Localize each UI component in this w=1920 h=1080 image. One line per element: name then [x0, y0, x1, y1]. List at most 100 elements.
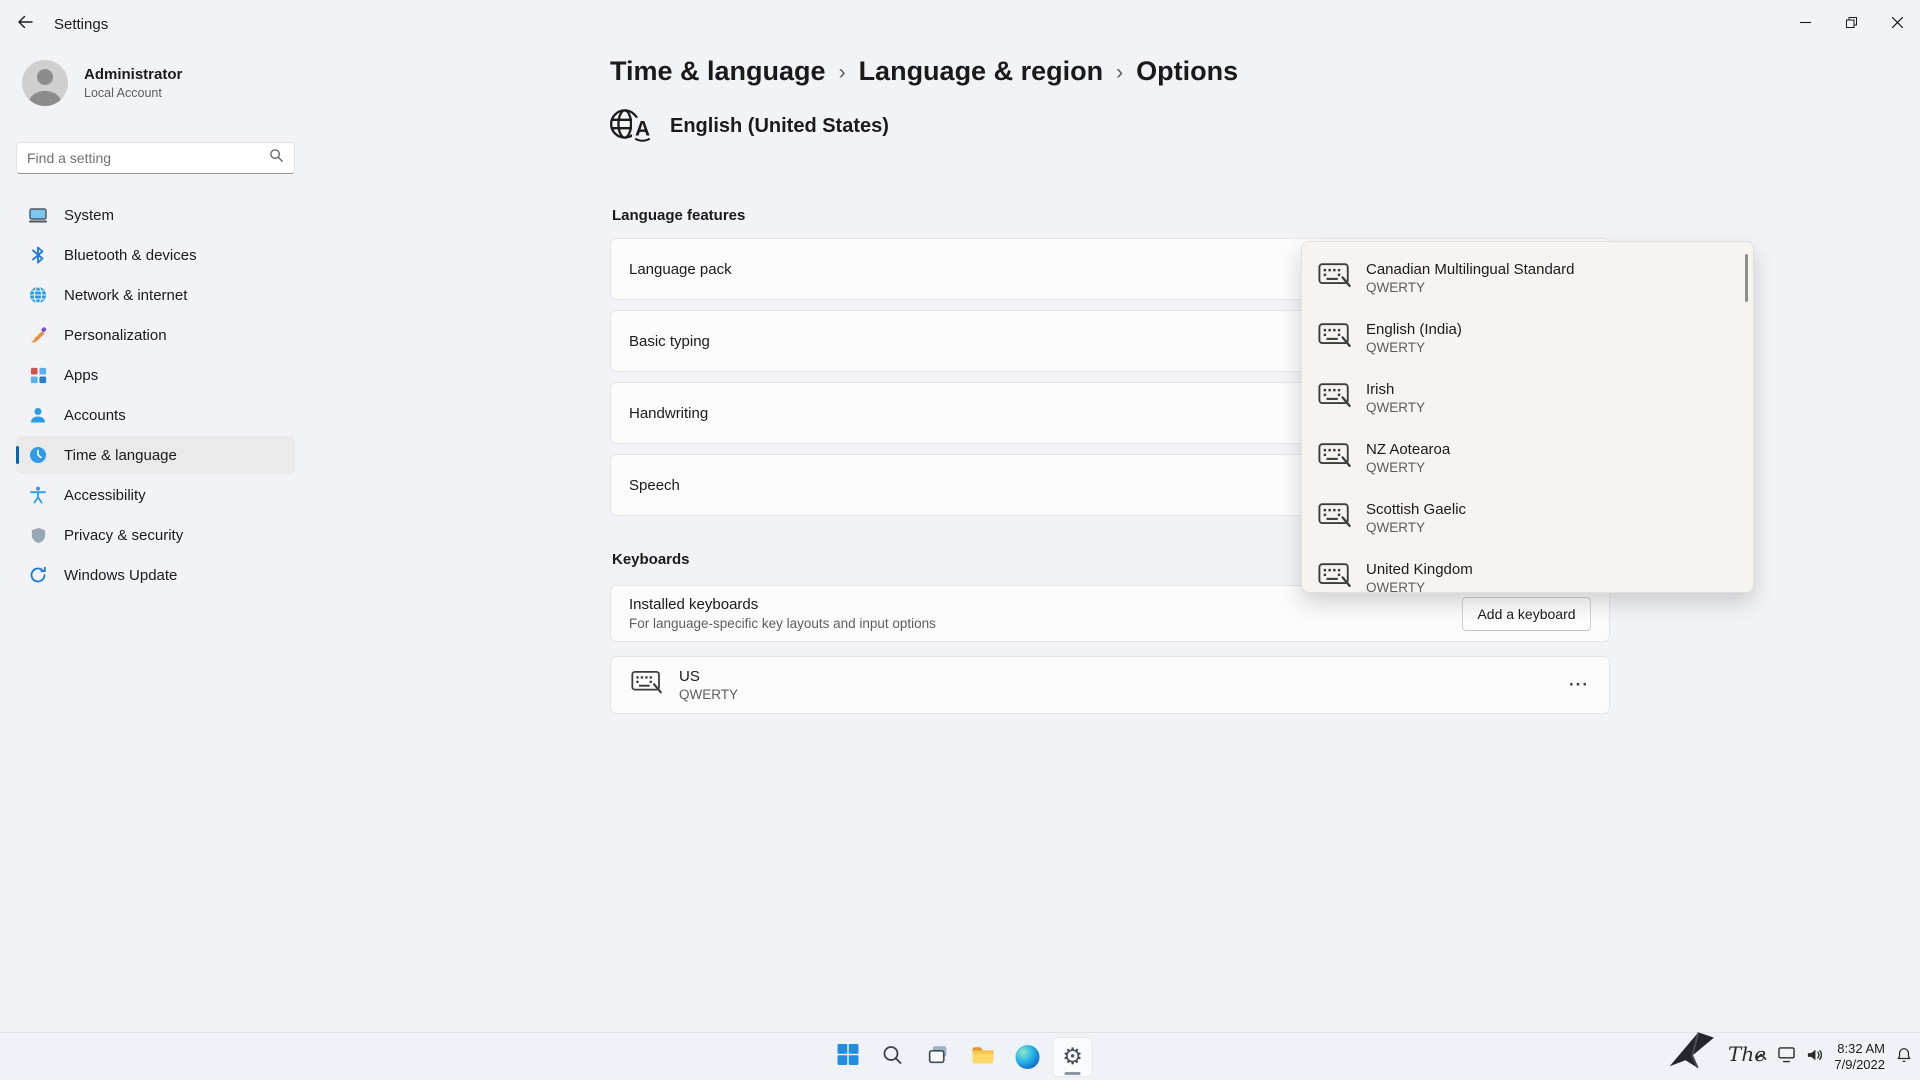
network-status-icon[interactable]: [1778, 1047, 1795, 1068]
keyboard-layout-dropdown: Canadian Multilingual Standard QWERTY En…: [1301, 241, 1754, 593]
privacy-icon: [28, 525, 48, 545]
volume-icon[interactable]: [1806, 1047, 1823, 1068]
task-view-button[interactable]: [918, 1037, 958, 1077]
sidebar-item-label: Personalization: [64, 327, 167, 344]
restore-icon: [1846, 15, 1857, 33]
row-label: Basic typing: [629, 333, 710, 350]
keyboard-row-us[interactable]: US QWERTY ···: [610, 656, 1610, 714]
user-name: Administrator: [84, 66, 182, 83]
breadcrumb: Time & language › Language & region › Op…: [610, 56, 1238, 87]
sidebar: Administrator Local Account System Bluet…: [0, 48, 300, 1032]
notifications-bell-icon[interactable]: [1896, 1047, 1912, 1068]
dropdown-item-layout: QWERTY: [1366, 340, 1462, 355]
search-icon: [882, 1044, 904, 1071]
language-header: A English (United States): [608, 102, 889, 151]
sidebar-item-apps[interactable]: Apps: [16, 356, 295, 394]
keyboard-icon: [1318, 442, 1352, 474]
accounts-icon: [28, 405, 48, 425]
dropdown-scrollbar[interactable]: [1745, 254, 1748, 302]
dropdown-item-english-india[interactable]: English (India) QWERTY: [1302, 308, 1753, 368]
installed-keyboards-row: Installed keyboards For language-specifi…: [610, 585, 1610, 642]
search-box[interactable]: [16, 142, 295, 174]
sidebar-item-bluetooth-devices[interactable]: Bluetooth & devices: [16, 236, 295, 274]
sidebar-nav: System Bluetooth & devices Network & int…: [16, 196, 295, 596]
installed-keyboards-subtitle: For language-specific key layouts and in…: [629, 616, 1591, 631]
sidebar-item-network-internet[interactable]: Network & internet: [16, 276, 295, 314]
selected-accent-bar: [16, 446, 19, 464]
sidebar-item-label: Privacy & security: [64, 527, 183, 544]
dropdown-item-layout: QWERTY: [1366, 400, 1425, 415]
task-view-icon: [926, 1043, 949, 1071]
sidebar-item-personalization[interactable]: Personalization: [16, 316, 295, 354]
clock[interactable]: 8:32 AM 7/9/2022: [1834, 1041, 1885, 1073]
keyboard-icon: [1318, 322, 1352, 354]
dropdown-item-layout: QWERTY: [1366, 280, 1574, 295]
section-keyboards: Keyboards: [612, 551, 690, 568]
sidebar-item-label: Bluetooth & devices: [64, 247, 197, 264]
dropdown-item-irish[interactable]: Irish QWERTY: [1302, 368, 1753, 428]
search-icon: [269, 148, 284, 168]
time-language-icon: [28, 445, 48, 465]
sidebar-item-label: Apps: [64, 367, 98, 384]
sidebar-item-windows-update[interactable]: Windows Update: [16, 556, 295, 594]
sidebar-item-label: Accessibility: [64, 487, 146, 504]
sidebar-item-privacy-security[interactable]: Privacy & security: [16, 516, 295, 554]
restore-button[interactable]: [1828, 0, 1874, 48]
breadcrumb-options: Options: [1136, 56, 1238, 87]
row-label: Language pack: [629, 261, 732, 278]
add-a-keyboard-button[interactable]: Add a keyboard: [1462, 597, 1591, 631]
avatar: [22, 60, 68, 106]
dropdown-item-name: English (India): [1366, 321, 1462, 338]
more-options-icon[interactable]: ···: [1569, 675, 1589, 695]
system-tray: 8:32 AM 7/9/2022: [1755, 1033, 1912, 1080]
settings-app-button[interactable]: ⚙: [1053, 1037, 1093, 1077]
personalization-icon: [28, 325, 48, 345]
sidebar-item-label: System: [64, 207, 114, 224]
hidden-icons-chevron-icon[interactable]: [1755, 1048, 1767, 1066]
dropdown-item-nz-aotearoa[interactable]: NZ Aotearoa QWERTY: [1302, 428, 1753, 488]
sidebar-item-accounts[interactable]: Accounts: [16, 396, 295, 434]
language-globe-icon: A: [608, 102, 654, 151]
search-input[interactable]: [27, 150, 269, 166]
dropdown-item-layout: QWERTY: [1366, 520, 1466, 535]
start-button[interactable]: [828, 1037, 868, 1077]
keyboard-name: US: [679, 668, 738, 685]
keyboard-layout: QWERTY: [679, 687, 738, 702]
dropdown-item-scottish-gaelic[interactable]: Scottish Gaelic QWERTY: [1302, 488, 1753, 548]
dropdown-item-canadian-multilingual[interactable]: Canadian Multilingual Standard QWERTY: [1302, 248, 1753, 308]
active-app-indicator: [1065, 1072, 1081, 1075]
installed-keyboards-title: Installed keyboards: [629, 596, 1591, 613]
edge-browser-button[interactable]: [1008, 1037, 1048, 1077]
sidebar-item-label: Windows Update: [64, 567, 177, 584]
sidebar-item-system[interactable]: System: [16, 196, 295, 234]
back-button[interactable]: [2, 4, 48, 44]
file-explorer-button[interactable]: [963, 1037, 1003, 1077]
tray-date: 7/9/2022: [1834, 1057, 1885, 1073]
windows-update-icon: [28, 565, 48, 585]
svg-text:A: A: [635, 118, 650, 141]
keyboard-icon: [1318, 382, 1352, 414]
window-controls: [1782, 0, 1920, 48]
user-account-type: Local Account: [84, 86, 182, 100]
keyboard-icon: [1318, 502, 1352, 534]
dropdown-item-name: Canadian Multilingual Standard: [1366, 261, 1574, 278]
dropdown-item-name: Irish: [1366, 381, 1425, 398]
accessibility-icon: [28, 485, 48, 505]
breadcrumb-time-language[interactable]: Time & language: [610, 56, 826, 87]
user-account[interactable]: Administrator Local Account: [22, 60, 182, 106]
row-label: Handwriting: [629, 405, 708, 422]
minimize-icon: [1800, 15, 1811, 33]
breadcrumb-language-region[interactable]: Language & region: [859, 56, 1104, 87]
titlebar: Settings: [0, 0, 1920, 48]
window-title: Settings: [54, 16, 108, 33]
bluetooth-icon: [28, 245, 48, 265]
minimize-button[interactable]: [1782, 0, 1828, 48]
keyboard-icon: [1318, 562, 1352, 593]
dropdown-item-united-kingdom[interactable]: United Kingdom QWERTY: [1302, 548, 1753, 593]
apps-icon: [28, 365, 48, 385]
sidebar-item-accessibility[interactable]: Accessibility: [16, 476, 295, 514]
tray-time: 8:32 AM: [1834, 1041, 1885, 1057]
taskbar-search-button[interactable]: [873, 1037, 913, 1077]
close-button[interactable]: [1874, 0, 1920, 48]
sidebar-item-time-language[interactable]: Time & language: [16, 436, 295, 474]
